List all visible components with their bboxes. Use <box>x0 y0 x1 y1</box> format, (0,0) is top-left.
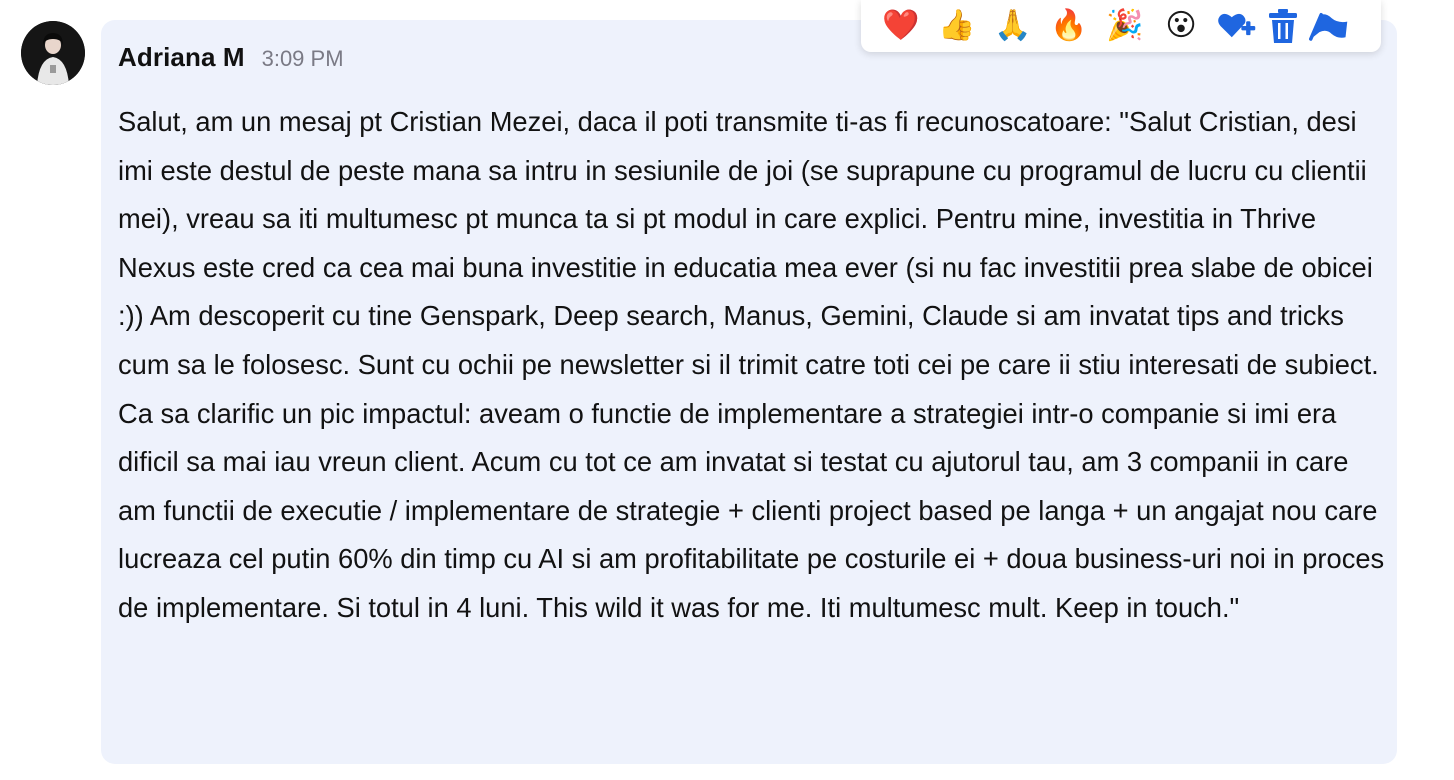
reaction-toolbar: ❤️ 👍 🙏 🔥 🎉 😮 <box>861 0 1381 52</box>
party-popper-icon[interactable]: 🎉 <box>1105 6 1145 46</box>
trash-icon[interactable] <box>1263 6 1303 46</box>
red-heart-icon[interactable]: ❤️ <box>881 6 921 46</box>
avatar[interactable] <box>21 21 85 85</box>
add-reaction-heart-icon[interactable] <box>1217 6 1257 46</box>
surprised-face-icon[interactable]: 😮 <box>1161 6 1201 46</box>
user-avatar-image <box>21 21 85 85</box>
flag-icon[interactable] <box>1309 6 1349 46</box>
thumbs-up-icon[interactable]: 👍 <box>937 6 977 46</box>
message-timestamp[interactable]: 3:09 PM <box>262 46 344 72</box>
message-header: Adriana M 3:09 PM <box>118 42 344 78</box>
message-text: Salut, am un mesaj pt Cristian Mezei, da… <box>118 106 1385 623</box>
author-name[interactable]: Adriana M <box>118 42 245 73</box>
folded-hands-icon[interactable]: 🙏 <box>993 6 1033 46</box>
fire-icon[interactable]: 🔥 <box>1049 6 1089 46</box>
